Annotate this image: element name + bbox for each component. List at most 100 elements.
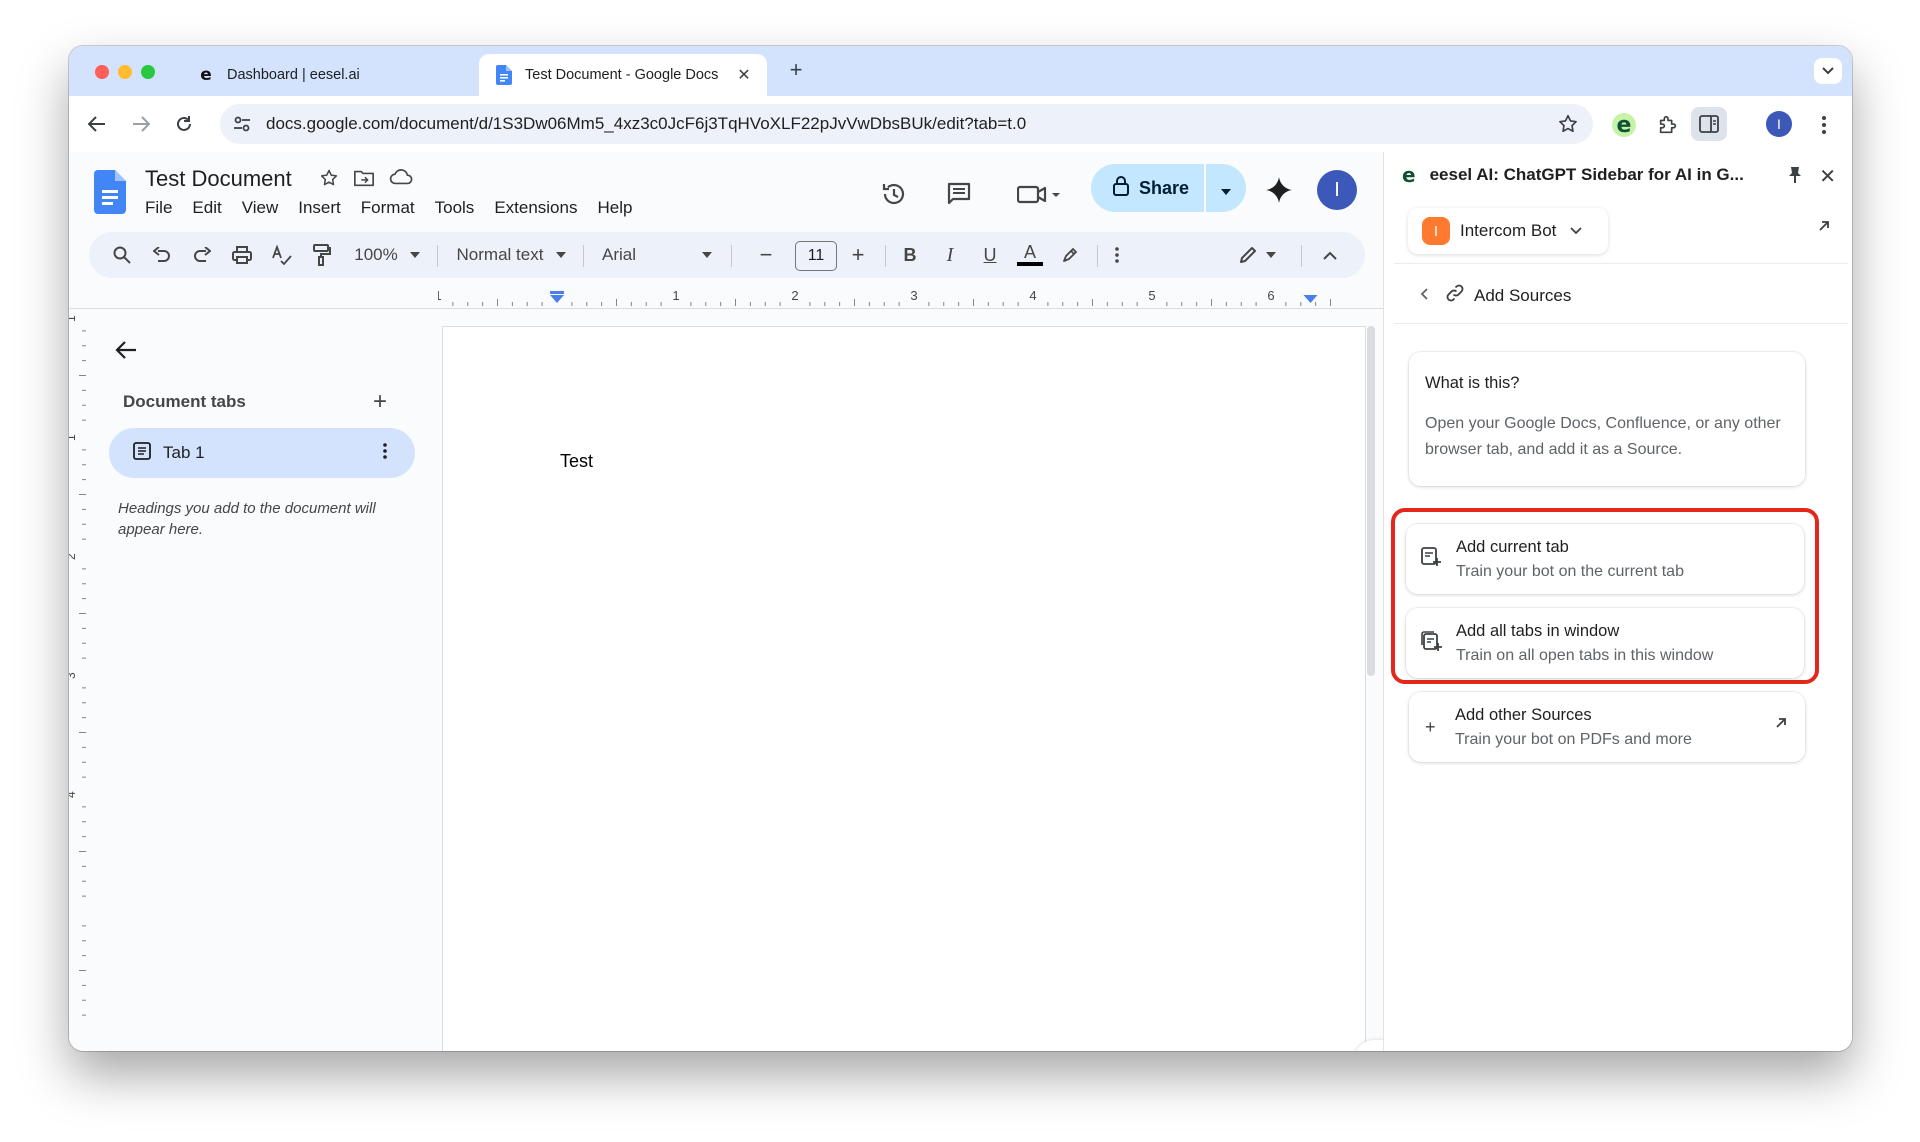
minimize-window-button[interactable]	[118, 65, 132, 79]
menu-format[interactable]: Format	[351, 198, 425, 218]
zoom-select[interactable]: 100%	[351, 232, 401, 278]
chevron-down-icon	[1570, 222, 1583, 240]
close-tab-icon[interactable]: ✕	[735, 65, 753, 85]
breadcrumb: Add Sources	[1394, 268, 1848, 324]
tab-options-kebab-icon[interactable]	[383, 442, 387, 464]
document-body-text[interactable]: Test	[560, 451, 593, 472]
add-all-tabs-option[interactable]: Add all tabs in window Train on all open…	[1406, 608, 1804, 678]
document-title[interactable]: Test Document	[145, 166, 292, 192]
toolbar-divider	[583, 245, 584, 267]
document-tab-item[interactable]: Tab 1	[109, 428, 415, 478]
back-button[interactable]	[83, 110, 111, 138]
menu-view[interactable]: View	[232, 198, 289, 218]
horizontal-ruler[interactable]: 1 1 2 3 4 5 6	[438, 286, 1348, 308]
menu-help[interactable]: Help	[587, 198, 642, 218]
vertical-ruler[interactable]: 1 1 2 3 4	[69, 316, 87, 1036]
editing-mode-pencil-icon[interactable]	[1233, 232, 1263, 278]
cloud-status-icon[interactable]	[389, 168, 413, 193]
add-other-sources-option[interactable]: + Add other Sources Train your bot on PD…	[1409, 692, 1805, 762]
pin-icon[interactable]	[1788, 166, 1802, 189]
increase-font-size-icon[interactable]: +	[843, 232, 873, 278]
add-current-tab-option[interactable]: Add current tab Train your bot on the cu…	[1406, 524, 1804, 594]
close-outline-arrow-left-icon[interactable]	[115, 340, 137, 365]
comments-icon[interactable]	[942, 177, 976, 211]
gemini-sparkle-icon[interactable]	[1265, 176, 1293, 209]
tab-search-button[interactable]	[1814, 58, 1842, 84]
more-options-kebab-icon[interactable]	[1107, 232, 1127, 278]
right-indent-marker[interactable]	[1303, 295, 1318, 303]
font-size-input[interactable]: 11	[795, 241, 837, 271]
site-info-icon[interactable]	[232, 114, 252, 139]
extensions-puzzle-icon[interactable]	[1653, 110, 1683, 140]
arrow-left-icon	[88, 116, 105, 132]
vertical-scrollbar[interactable]	[1367, 326, 1375, 676]
close-side-panel-icon[interactable]: ✕	[1819, 164, 1836, 189]
eesel-extension-icon[interactable]: e	[1609, 110, 1639, 140]
open-external-arrow-icon[interactable]	[1818, 219, 1830, 237]
ruler-number: 4	[1029, 288, 1036, 303]
zoom-caret-icon[interactable]	[407, 232, 423, 278]
move-folder-icon[interactable]	[353, 168, 375, 193]
reload-button[interactable]	[170, 110, 198, 138]
menu-file[interactable]: File	[145, 198, 182, 218]
profile-avatar[interactable]: I	[1766, 111, 1792, 137]
maximize-window-button[interactable]	[141, 65, 155, 79]
bookmark-star-icon[interactable]	[1557, 113, 1579, 140]
text-color-button[interactable]: A	[1015, 232, 1045, 278]
google-docs-logo-icon[interactable]	[94, 170, 126, 219]
redo-icon[interactable]	[187, 232, 217, 278]
browser-window: e Dashboard | eesel.ai ✕ Test Document -…	[69, 46, 1852, 1051]
editing-mode-caret-icon[interactable]	[1261, 232, 1281, 278]
ruler-number: 2	[69, 553, 78, 560]
menu-tools[interactable]: Tools	[425, 198, 485, 218]
new-tab-button[interactable]: +	[781, 57, 811, 83]
bold-button[interactable]: B	[895, 232, 925, 278]
browser-tab-docs[interactable]: Test Document - Google Docs ✕	[479, 54, 767, 96]
account-avatar[interactable]: I	[1317, 170, 1357, 210]
plus-icon: +	[1425, 716, 1436, 737]
caret-down-icon[interactable]	[1220, 181, 1232, 202]
left-indent-marker[interactable]	[550, 295, 564, 303]
share-button[interactable]: Share	[1091, 164, 1246, 212]
close-window-button[interactable]	[95, 65, 109, 79]
forward-button[interactable]	[127, 110, 155, 138]
side-panel-toggle-icon[interactable]	[1691, 107, 1727, 141]
search-menus-icon[interactable]	[107, 232, 137, 278]
tab-strip: e Dashboard | eesel.ai ✕ Test Document -…	[69, 46, 1852, 96]
decrease-font-size-icon[interactable]: −	[751, 232, 781, 278]
font-caret-icon[interactable]	[699, 232, 715, 278]
ruler-number: 5	[1148, 288, 1155, 303]
style-caret-icon[interactable]	[553, 232, 569, 278]
document-tab-icon	[133, 441, 151, 465]
bot-selector-dropdown[interactable]: I Intercom Bot	[1408, 208, 1608, 254]
meet-video-icon[interactable]	[1013, 177, 1065, 211]
menu-extensions[interactable]: Extensions	[484, 198, 587, 218]
browser-menu-kebab-icon[interactable]	[1809, 110, 1839, 140]
tab-title: Dashboard | eesel.ai	[227, 67, 360, 83]
paint-format-icon[interactable]	[307, 232, 337, 278]
menu-edit[interactable]: Edit	[182, 198, 231, 218]
back-chevron-left-icon[interactable]	[1420, 287, 1428, 305]
print-icon[interactable]	[227, 232, 257, 278]
star-icon[interactable]	[319, 168, 339, 193]
menu-insert[interactable]: Insert	[288, 198, 351, 218]
address-bar[interactable]: docs.google.com/document/d/1S3Dw06Mm5_4x…	[220, 104, 1593, 144]
italic-button[interactable]: I	[935, 232, 965, 278]
underline-button[interactable]: U	[975, 232, 1005, 278]
document-page[interactable]: Test	[442, 326, 1366, 1051]
title-actions	[319, 168, 413, 193]
first-line-indent-marker[interactable]	[550, 291, 564, 294]
option-title: Add all tabs in window	[1456, 621, 1620, 640]
outline-hint-text: Headings you add to the document will ap…	[118, 500, 376, 538]
add-tab-plus-icon[interactable]: +	[373, 388, 387, 416]
link-icon	[1446, 284, 1464, 307]
spellcheck-icon[interactable]	[267, 232, 297, 278]
highlight-color-icon[interactable]	[1055, 232, 1085, 278]
version-history-icon[interactable]	[877, 177, 911, 211]
font-family-select[interactable]: Arial	[599, 232, 639, 278]
paragraph-style-select[interactable]: Normal text	[451, 232, 549, 278]
share-divider	[1204, 164, 1206, 212]
undo-icon[interactable]	[147, 232, 177, 278]
hide-menus-chevron-up-icon[interactable]	[1315, 232, 1345, 278]
option-subtitle: Train on all open tabs in this window	[1456, 646, 1714, 664]
